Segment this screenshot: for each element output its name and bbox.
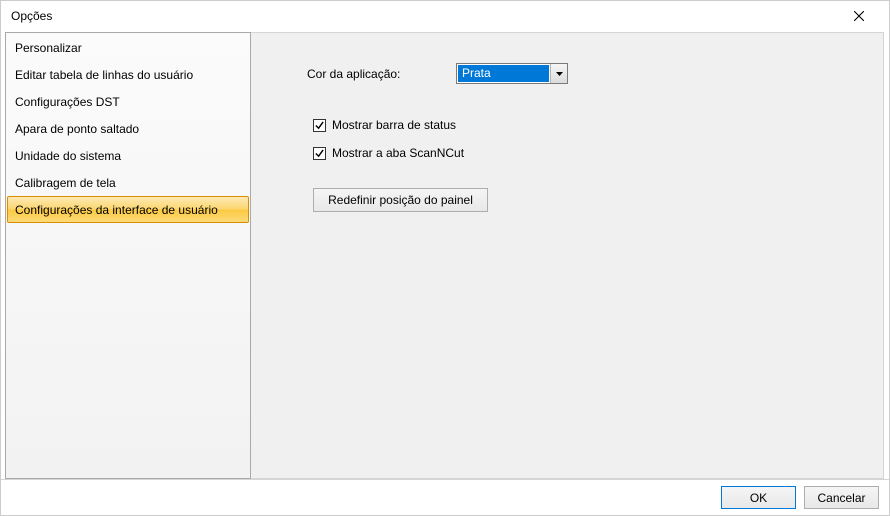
cancel-button[interactable]: Cancelar — [804, 486, 879, 509]
show-scanncut-label[interactable]: Mostrar a aba ScanNCut — [332, 146, 464, 160]
check-icon — [315, 149, 324, 158]
sidebar-item-label: Personalizar — [15, 41, 82, 55]
app-color-label: Cor da aplicação: — [307, 67, 456, 81]
reset-panel-label: Redefinir posição do painel — [328, 193, 473, 207]
sidebar-item-jump-trim[interactable]: Apara de ponto saltado — [7, 115, 249, 142]
content-panel: Cor da aplicação: Prata Mostrar barra de… — [251, 32, 884, 479]
app-color-dropdown[interactable]: Prata — [456, 63, 568, 84]
sidebar-item-label: Unidade do sistema — [15, 149, 121, 163]
sidebar-item-label: Configurações DST — [15, 95, 120, 109]
sidebar-item-label: Configurações da interface de usuário — [15, 203, 218, 217]
sidebar-item-personalize[interactable]: Personalizar — [7, 34, 249, 61]
app-color-value: Prata — [458, 65, 549, 82]
dialog-footer: OK Cancelar — [1, 479, 889, 515]
show-statusbar-checkbox[interactable] — [313, 119, 326, 132]
sidebar-item-system-unit[interactable]: Unidade do sistema — [7, 142, 249, 169]
sidebar-item-label: Editar tabela de linhas do usuário — [15, 68, 193, 82]
show-scanncut-checkbox[interactable] — [313, 147, 326, 160]
chevron-down-icon — [550, 64, 567, 83]
app-color-row: Cor da aplicação: Prata — [307, 63, 883, 84]
sidebar-item-label: Apara de ponto saltado — [15, 122, 139, 136]
ok-button[interactable]: OK — [721, 486, 796, 509]
sidebar-item-thread-table[interactable]: Editar tabela de linhas do usuário — [7, 61, 249, 88]
sidebar-item-screen-calibration[interactable]: Calibragem de tela — [7, 169, 249, 196]
ok-label: OK — [750, 491, 767, 505]
show-statusbar-row: Mostrar barra de status — [313, 118, 883, 132]
close-button[interactable] — [839, 1, 879, 31]
check-icon — [315, 121, 324, 130]
sidebar-item-label: Calibragem de tela — [15, 176, 116, 190]
sidebar-item-dst[interactable]: Configurações DST — [7, 88, 249, 115]
show-statusbar-label[interactable]: Mostrar barra de status — [332, 118, 456, 132]
titlebar: Opções — [1, 1, 889, 31]
close-icon — [854, 11, 864, 21]
dialog-body: Personalizar Editar tabela de linhas do … — [1, 31, 889, 479]
cancel-label: Cancelar — [817, 491, 865, 505]
titlebar-title: Opções — [11, 9, 839, 23]
reset-panel-button[interactable]: Redefinir posição do painel — [313, 188, 488, 212]
sidebar: Personalizar Editar tabela de linhas do … — [5, 32, 251, 479]
show-scanncut-row: Mostrar a aba ScanNCut — [313, 146, 883, 160]
options-dialog: Opções Personalizar Editar tabela de lin… — [0, 0, 890, 516]
sidebar-item-ui-settings[interactable]: Configurações da interface de usuário — [7, 196, 249, 223]
